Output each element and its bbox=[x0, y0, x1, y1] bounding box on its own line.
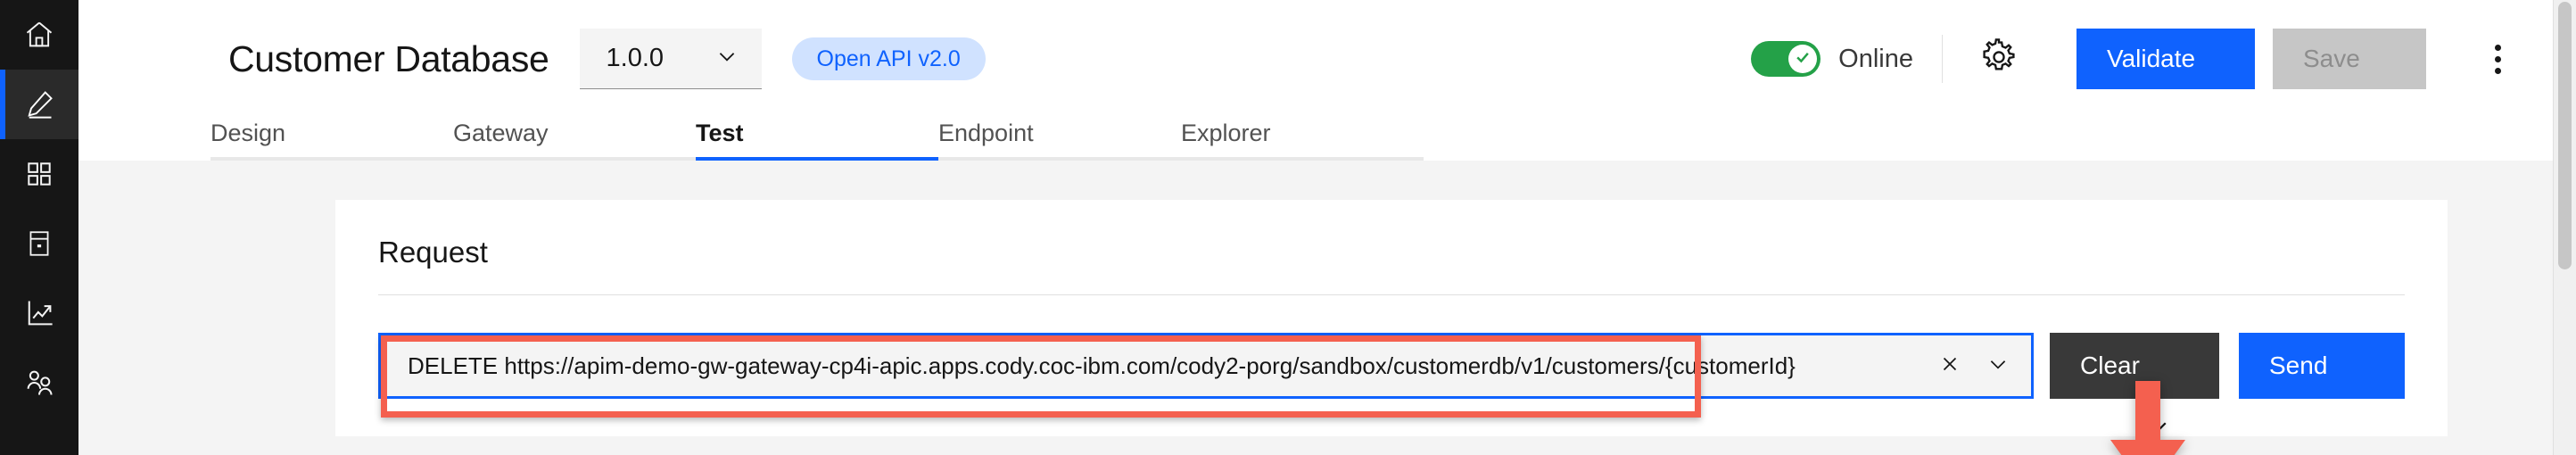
server-icon bbox=[24, 228, 54, 259]
header-title-group: Customer Database 1.0.0 Open API v2.0 bbox=[78, 29, 986, 89]
tab-test[interactable]: Test bbox=[696, 118, 938, 161]
send-button[interactable]: Send bbox=[2239, 333, 2405, 399]
status-badge: Open API v2.0 bbox=[791, 37, 986, 80]
tab-gateway[interactable]: Gateway bbox=[453, 118, 696, 161]
online-toggle-label: Online bbox=[1838, 44, 1913, 73]
tab-explorer[interactable]: Explorer bbox=[1181, 118, 1424, 161]
tab-bar: Design Gateway Test Endpoint Explorer bbox=[78, 118, 2576, 161]
check-icon bbox=[1794, 48, 1812, 70]
kebab-dot bbox=[2494, 55, 2501, 62]
sidebar-item-catalog[interactable] bbox=[0, 209, 78, 278]
online-toggle-group: Online bbox=[1751, 41, 1913, 77]
request-section-title: Request bbox=[378, 236, 488, 269]
version-select[interactable]: 1.0.0 bbox=[579, 29, 762, 89]
kebab-menu-icon bbox=[2494, 44, 2501, 51]
tab-endpoint[interactable]: Endpoint bbox=[938, 118, 1181, 161]
tab-design[interactable]: Design bbox=[211, 118, 453, 161]
version-value: 1.0.0 bbox=[606, 44, 665, 72]
sidebar-item-home[interactable] bbox=[0, 0, 78, 70]
pencil-icon bbox=[23, 88, 55, 120]
settings-button[interactable] bbox=[1971, 31, 2027, 87]
analytics-icon bbox=[23, 297, 55, 329]
arrow-annotation-icon bbox=[2096, 381, 2200, 455]
sidebar-item-design[interactable] bbox=[0, 70, 78, 139]
page-header: Customer Database 1.0.0 Open API v2.0 On… bbox=[78, 0, 2576, 118]
header-divider bbox=[1942, 35, 1943, 83]
scrollbar-thumb[interactable] bbox=[2558, 2, 2572, 269]
left-nav-rail bbox=[0, 0, 78, 455]
kebab-dot bbox=[2494, 67, 2501, 74]
sidebar-item-apps[interactable] bbox=[0, 139, 78, 209]
home-icon bbox=[23, 19, 55, 51]
toggle-knob bbox=[1788, 45, 1818, 73]
test-panel: Request DELETE https://apim-demo-gw-gate… bbox=[78, 161, 2576, 455]
card-divider bbox=[378, 294, 2405, 295]
chevron-down-icon[interactable] bbox=[1986, 352, 2010, 380]
users-icon bbox=[23, 367, 55, 399]
sidebar-item-analytics[interactable] bbox=[0, 278, 78, 348]
request-url-input[interactable]: DELETE https://apim-demo-gw-gateway-cp4i… bbox=[378, 333, 2034, 418]
page-title: Customer Database bbox=[228, 37, 549, 79]
url-field-icons bbox=[1917, 352, 2010, 380]
main-content: Customer Database 1.0.0 Open API v2.0 On… bbox=[78, 0, 2576, 455]
grid-icon bbox=[24, 159, 54, 189]
save-button[interactable]: Save bbox=[2273, 29, 2426, 89]
validate-button[interactable]: Validate bbox=[2076, 29, 2255, 89]
close-x-icon[interactable] bbox=[1938, 352, 1961, 380]
overflow-menu-button[interactable] bbox=[2469, 30, 2526, 87]
sidebar-item-members[interactable] bbox=[0, 348, 78, 418]
request-url-value: DELETE https://apim-demo-gw-gateway-cp4i… bbox=[408, 352, 1796, 379]
page-scrollbar[interactable] bbox=[2553, 0, 2576, 455]
header-actions: Online Validate Save bbox=[1751, 0, 2526, 118]
chevron-down-icon bbox=[715, 45, 739, 72]
online-toggle[interactable] bbox=[1751, 41, 1821, 77]
gear-icon bbox=[1980, 37, 2018, 80]
app-window: Customer Database 1.0.0 Open API v2.0 On… bbox=[0, 0, 2576, 455]
